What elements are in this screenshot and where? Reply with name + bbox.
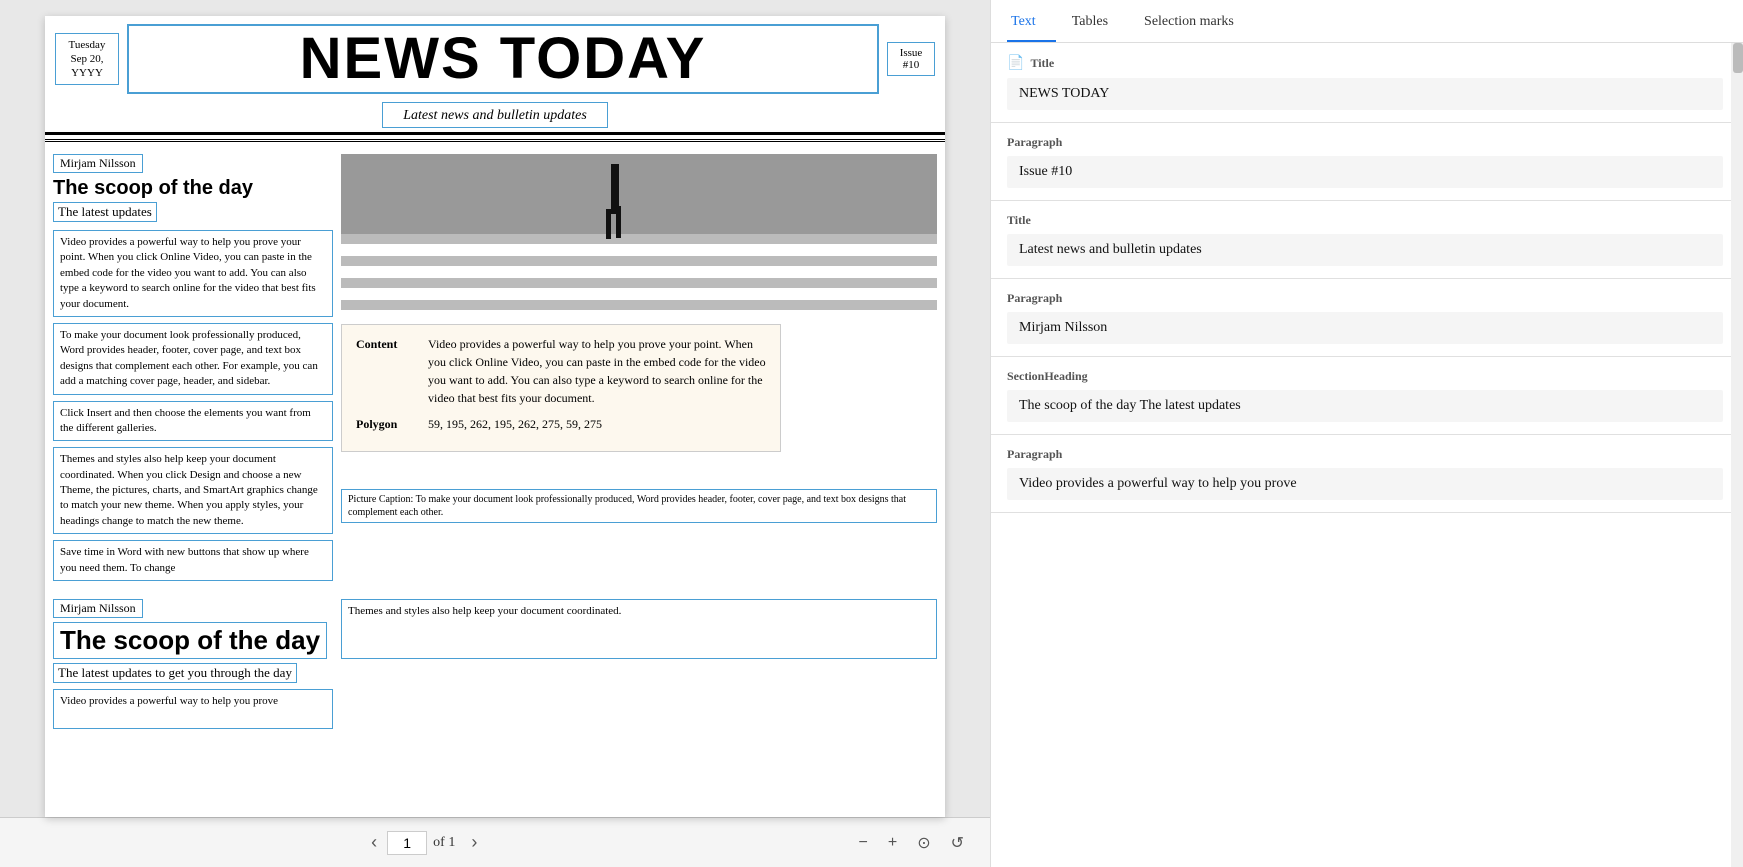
lower-left: Mirjam Nilsson The scoop of the day The …: [53, 599, 333, 729]
result-label-heading: SectionHeading: [1007, 369, 1723, 384]
left-column: Mirjam Nilsson The scoop of the day The …: [53, 154, 333, 587]
issue-box: Issue #10: [887, 42, 935, 76]
sub-heading-2: The latest updates to get you through th…: [53, 663, 297, 683]
result-value-heading: The scoop of the day The latest updates: [1007, 390, 1723, 422]
author-tag-1: Mirjam Nilsson: [53, 154, 143, 173]
section-heading-1: The scoop of the day: [53, 177, 333, 200]
photo-area: [341, 154, 937, 319]
tabs-bar: Text Tables Selection marks: [991, 0, 1743, 43]
result-section-title-2: Title Latest news and bulletin updates: [991, 201, 1743, 279]
tab-text[interactable]: Text: [1007, 0, 1056, 42]
body-text-3: Click Insert and then choose the element…: [53, 401, 333, 442]
date-box: Tuesday Sep 20, YYYY: [55, 33, 119, 86]
lower-right: Themes and styles also help keep your do…: [341, 599, 937, 729]
tooltip-value-content: Video provides a powerful way to help yo…: [428, 335, 766, 407]
masthead-box: NEWS TODAY: [127, 24, 879, 94]
result-label-para-2: Paragraph: [1007, 291, 1723, 306]
result-section-para-3: Paragraph Video provides a powerful way …: [991, 435, 1743, 513]
lower-section: Mirjam Nilsson The scoop of the day The …: [45, 591, 945, 729]
tooltip-value-polygon: 59, 195, 262, 195, 262, 275, 59, 275: [428, 415, 602, 433]
result-section-para-1: Paragraph Issue #10: [991, 123, 1743, 201]
author-tag-2: Mirjam Nilsson: [53, 599, 143, 618]
section-sub-1: The latest updates: [53, 202, 157, 222]
tab-selection-marks[interactable]: Selection marks: [1140, 0, 1254, 42]
result-label-title-1: 📄 Title: [1007, 55, 1723, 72]
rotate-button[interactable]: ↺: [941, 827, 974, 859]
body-text-5: Save time in Word with new buttons that …: [53, 540, 333, 581]
result-value-title-2: Latest news and bulletin updates: [1007, 234, 1723, 266]
bottom-toolbar: ‹ of 1 › − + ⊙ ↺: [0, 817, 990, 867]
scrollbar-thumb[interactable]: [1733, 43, 1743, 73]
body-text-1: Video provides a powerful way to help yo…: [53, 230, 333, 317]
zoom-in-button[interactable]: +: [878, 828, 907, 858]
zoom-out-button[interactable]: −: [849, 828, 878, 858]
masthead-title: NEWS TODAY: [129, 30, 877, 88]
tooltip-label-polygon: Polygon: [356, 415, 416, 433]
result-label-para-3: Paragraph: [1007, 447, 1723, 462]
divider: [45, 139, 945, 142]
result-label-title-2: Title: [1007, 213, 1723, 228]
subtitle-text: Latest news and bulletin updates: [403, 108, 587, 123]
page-container: Tuesday Sep 20, YYYY NEWS TODAY Issue #1…: [45, 16, 945, 817]
tooltip-label-content: Content: [356, 335, 416, 407]
columns-container: Mirjam Nilsson The scoop of the day The …: [45, 146, 945, 587]
content-tooltip: Content Video provides a powerful way to…: [341, 324, 781, 452]
partial-text: Video provides a powerful way to help yo…: [53, 689, 333, 729]
prev-page-button[interactable]: ‹: [361, 826, 387, 859]
page-of-label: of 1: [433, 835, 455, 851]
right-column: Content Video provides a powerful way to…: [341, 154, 937, 587]
result-value-para-2: Mirjam Nilsson: [1007, 312, 1723, 344]
document-panel: Tuesday Sep 20, YYYY NEWS TODAY Issue #1…: [0, 0, 990, 867]
tab-tables[interactable]: Tables: [1068, 0, 1128, 42]
result-section-title-1: 📄 Title NEWS TODAY: [991, 43, 1743, 123]
themes-box: Themes and styles also help keep your do…: [341, 599, 937, 659]
result-label-para-1: Paragraph: [1007, 135, 1723, 150]
newspaper-header: Tuesday Sep 20, YYYY NEWS TODAY Issue #1…: [45, 16, 945, 135]
body-text-4: Themes and styles also help keep your do…: [53, 447, 333, 534]
picture-caption: Picture Caption: To make your document l…: [341, 489, 937, 523]
right-panel: Text Tables Selection marks 📄 Title NEWS…: [990, 0, 1743, 867]
big-heading-2: The scoop of the day: [53, 622, 327, 659]
fit-page-button[interactable]: ⊙: [907, 827, 940, 859]
result-section-heading: SectionHeading The scoop of the day The …: [991, 357, 1743, 435]
result-value-para-1: Issue #10: [1007, 156, 1723, 188]
title-icon-1: 📄: [1007, 55, 1024, 72]
page-number-input[interactable]: [387, 831, 427, 855]
body-text-2: To make your document look professionall…: [53, 323, 333, 395]
right-content: 📄 Title NEWS TODAY Paragraph Issue #10 T…: [991, 43, 1743, 867]
result-section-para-2: Paragraph Mirjam Nilsson: [991, 279, 1743, 357]
scrollbar-track[interactable]: [1731, 43, 1743, 867]
subtitle-box: Latest news and bulletin updates: [382, 102, 608, 128]
result-value-para-3: Video provides a powerful way to help yo…: [1007, 468, 1723, 500]
next-page-button[interactable]: ›: [461, 826, 487, 859]
result-value-title-1: NEWS TODAY: [1007, 78, 1723, 110]
